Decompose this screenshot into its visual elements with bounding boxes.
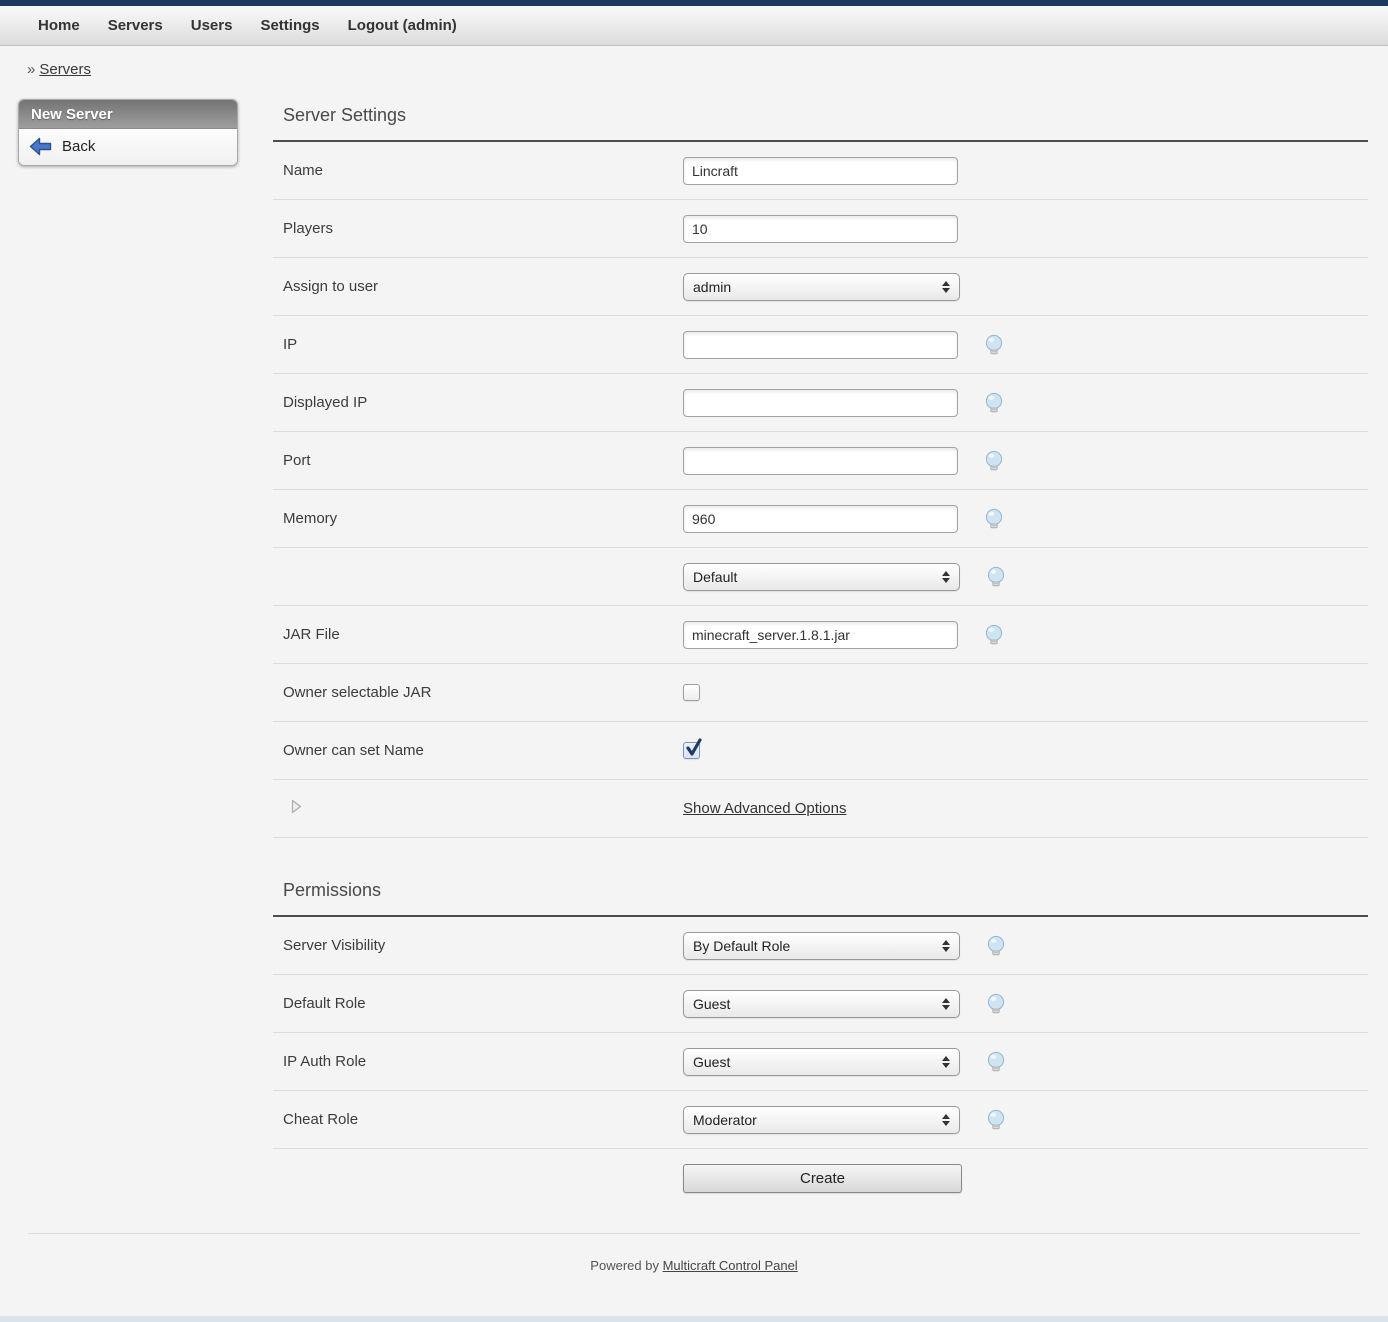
cheat-role-label: Cheat Role [283,1111,683,1128]
default-role-label: Default Role [283,995,683,1012]
create-button[interactable]: Create [683,1164,962,1193]
default-role-selected-value: Guest [693,996,730,1012]
default-role-hint-bulb-icon[interactable] [986,993,1006,1015]
nav-item-servers[interactable]: Servers [108,17,163,34]
form-row-owner-selectable-jar: Owner selectable JAR [273,664,1368,722]
up-down-arrows-icon [942,571,950,583]
jar-file-label: JAR File [283,626,683,643]
section-title-server-settings: Server Settings [283,105,1368,126]
ip-label: IP [283,336,683,353]
assign-to-user-selected-value: admin [693,279,731,295]
assign-to-user-select[interactable]: admin [683,273,960,301]
owner-selectable-jar-checkbox[interactable] [683,684,700,701]
form-row-server-visibility: Server Visibility By Default Role [273,917,1368,975]
section-title-permissions: Permissions [283,880,1368,901]
name-input[interactable] [683,157,958,185]
back-button[interactable]: Back [29,137,227,156]
sidebar-panel: New Server Back [18,99,238,166]
ip-hint-bulb-icon[interactable] [984,334,1004,356]
up-down-arrows-icon [942,940,950,952]
form-row-create: Create [273,1149,1368,1207]
owner-can-set-name-checkbox[interactable] [683,742,700,759]
server-visibility-selected-value: By Default Role [693,938,790,954]
server-visibility-select[interactable]: By Default Role [683,932,960,960]
form-row-assign-to-user: Assign to user admin [273,258,1368,316]
main-navbar: Home Servers Users Settings Logout (admi… [0,6,1388,46]
cheat-role-hint-bulb-icon[interactable] [986,1109,1006,1131]
nav-item-home[interactable]: Home [38,17,80,34]
checkmark-icon [684,737,704,764]
memory-preset-hint-bulb-icon[interactable] [986,566,1006,588]
assign-to-user-label: Assign to user [283,278,683,295]
form-row-jar-file: JAR File [273,606,1368,664]
form-row-default-role: Default Role Guest [273,975,1368,1033]
form-row-memory-preset: Default [273,548,1368,606]
back-arrow-icon [29,137,52,156]
memory-label: Memory [283,510,683,527]
powered-by-text: Powered by [590,1258,659,1273]
up-down-arrows-icon [942,998,950,1010]
form-row-advanced-options: Show Advanced Options [273,780,1368,838]
bottom-accent-strip [0,1316,1388,1322]
players-input[interactable] [683,215,958,243]
memory-preset-selected-value: Default [693,569,737,585]
form-row-ip: IP [273,316,1368,374]
default-role-select[interactable]: Guest [683,990,960,1018]
memory-input[interactable] [683,505,958,533]
nav-item-settings[interactable]: Settings [260,17,319,34]
port-input[interactable] [683,447,958,475]
breadcrumb-link-servers[interactable]: Servers [39,61,91,78]
breadcrumb-marker: » [27,61,35,78]
form-row-owner-can-set-name: Owner can set Name [273,722,1368,780]
jar-file-hint-bulb-icon[interactable] [984,624,1004,646]
up-down-arrows-icon [942,1056,950,1068]
cheat-role-select[interactable]: Moderator [683,1106,960,1134]
footer: Powered by Multicraft Control Panel [0,1234,1388,1303]
players-label: Players [283,220,683,237]
ip-auth-role-hint-bulb-icon[interactable] [986,1051,1006,1073]
port-hint-bulb-icon[interactable] [984,450,1004,472]
server-visibility-label: Server Visibility [283,937,683,954]
owner-selectable-jar-label: Owner selectable JAR [283,684,683,701]
ip-auth-role-selected-value: Guest [693,1054,730,1070]
nav-item-users[interactable]: Users [191,17,233,34]
cheat-role-selected-value: Moderator [693,1112,757,1128]
form-row-name: Name [273,142,1368,200]
port-label: Port [283,452,683,469]
form-row-displayed-ip: Displayed IP [273,374,1368,432]
ip-auth-role-select[interactable]: Guest [683,1048,960,1076]
displayed-ip-input[interactable] [683,389,958,417]
name-label: Name [283,162,683,179]
memory-hint-bulb-icon[interactable] [984,508,1004,530]
nav-item-logout[interactable]: Logout (admin) [348,17,457,34]
form-row-ip-auth-role: IP Auth Role Guest [273,1033,1368,1091]
owner-can-set-name-label: Owner can set Name [283,742,683,759]
form-row-players: Players [273,200,1368,258]
up-down-arrows-icon [942,1114,950,1126]
form-row-memory: Memory [273,490,1368,548]
server-visibility-hint-bulb-icon[interactable] [986,935,1006,957]
expand-right-triangle-icon[interactable] [291,801,302,818]
memory-preset-select[interactable]: Default [683,563,960,591]
sidebar-title: New Server [19,100,237,129]
breadcrumb: »Servers [27,61,1388,78]
multicraft-link[interactable]: Multicraft Control Panel [663,1258,798,1273]
up-down-arrows-icon [942,281,950,293]
displayed-ip-label: Displayed IP [283,394,683,411]
form-row-cheat-role: Cheat Role Moderator [273,1091,1368,1149]
form-row-port: Port [273,432,1368,490]
jar-file-input[interactable] [683,621,958,649]
displayed-ip-hint-bulb-icon[interactable] [984,392,1004,414]
ip-auth-role-label: IP Auth Role [283,1053,683,1070]
ip-input[interactable] [683,331,958,359]
back-button-label: Back [62,138,95,155]
show-advanced-options-link[interactable]: Show Advanced Options [683,800,846,817]
